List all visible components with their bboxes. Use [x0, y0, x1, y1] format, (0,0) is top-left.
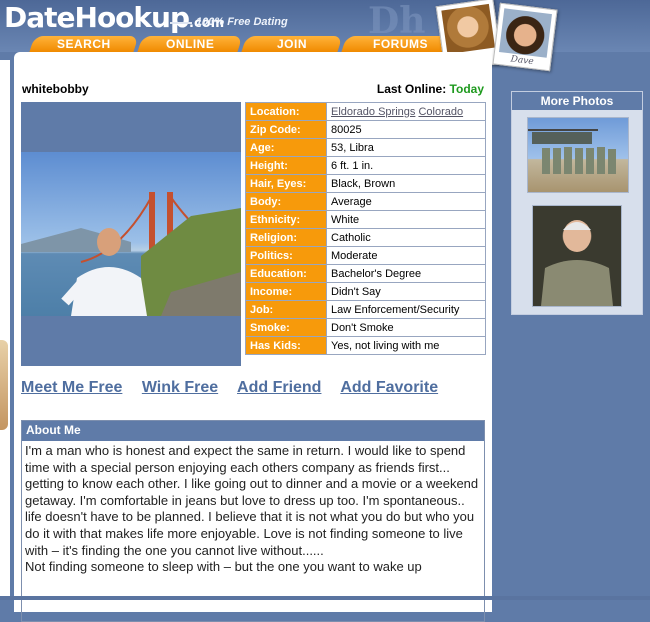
wink-free-link[interactable]: Wink Free: [142, 379, 218, 396]
detail-label: Location:: [245, 102, 327, 121]
detail-label: Religion:: [245, 228, 327, 247]
detail-value: Black, Brown: [326, 174, 486, 193]
site-header: DateHookup.com 100% Free Dating Dh SEARC…: [0, 0, 650, 72]
detail-label: Ethnicity:: [245, 210, 327, 229]
detail-value: Don't Smoke: [326, 318, 486, 337]
detail-row: Ethnicity: White: [245, 210, 486, 229]
nav-tab-online[interactable]: ONLINE: [137, 36, 243, 52]
detail-row: Income: Didn't Say: [245, 282, 486, 301]
more-photos-title: More Photos: [512, 92, 642, 110]
meet-me-free-link[interactable]: Meet Me Free: [21, 379, 122, 396]
add-friend-link[interactable]: Add Friend: [237, 379, 321, 396]
add-favorite-link[interactable]: Add Favorite: [340, 379, 438, 396]
detail-value: 53, Libra: [326, 138, 486, 157]
detail-label: Politics:: [245, 246, 327, 265]
detail-row: Religion: Catholic: [245, 228, 486, 247]
detail-label: Job:: [245, 300, 327, 319]
partial-image: [0, 340, 8, 430]
last-online: Last Online: Today: [377, 82, 484, 96]
detail-row: Zip Code: 80025: [245, 120, 486, 139]
nav-tab-search[interactable]: SEARCH: [29, 36, 139, 52]
uniform-portrait-photo: [541, 220, 613, 306]
page-bottom-edge: [0, 596, 650, 600]
profile-username: whitebobby: [22, 82, 89, 96]
detail-row: Politics: Moderate: [245, 246, 486, 265]
detail-value: Average: [326, 192, 486, 211]
detail-value: 6 ft. 1 in.: [326, 156, 486, 175]
detail-row: Smoke: Don't Smoke: [245, 318, 486, 337]
left-side-panel: [0, 60, 10, 600]
about-paragraph: I'm a man who is honest and expect the s…: [25, 443, 479, 558]
mascot-face-image: [498, 8, 552, 58]
last-online-value: Today: [449, 82, 484, 96]
detail-row: Height: 6 ft. 1 in.: [245, 156, 486, 175]
detail-value: Bachelor's Degree: [326, 264, 486, 283]
mascot-photo-dave: Dave: [492, 2, 558, 72]
detail-row: Has Kids: Yes, not living with me: [245, 336, 486, 355]
detail-value: Didn't Say: [326, 282, 486, 301]
about-me-title: About Me: [22, 421, 484, 441]
detail-label: Has Kids:: [245, 336, 327, 355]
detail-row: Body: Average: [245, 192, 486, 211]
detail-label: Smoke:: [245, 318, 327, 337]
site-logo[interactable]: DateHookup.com: [4, 2, 224, 40]
profile-actions: Meet Me Free Wink Free Add Friend Add Fa…: [21, 379, 453, 397]
golden-gate-photo: [21, 192, 241, 316]
detail-value: Catholic: [326, 228, 486, 247]
detail-value: Moderate: [326, 246, 486, 265]
photo-thumbnail[interactable]: [527, 117, 629, 193]
more-photos-panel: More Photos: [511, 91, 643, 315]
detail-label: Body:: [245, 192, 327, 211]
detail-label: Hair, Eyes:: [245, 174, 327, 193]
about-me-text: I'm a man who is honest and expect the s…: [22, 441, 484, 578]
about-paragraph: Not finding someone to sleep with – but …: [25, 559, 422, 575]
profile-panel: whitebobby Last Online: Today Location:: [14, 52, 492, 622]
profile-photo-frame: [21, 102, 241, 366]
detail-label: Age:: [245, 138, 327, 157]
detail-label: Income:: [245, 282, 327, 301]
detail-label: Education:: [245, 264, 327, 283]
profile-details-table: Location: Eldorado Springs Colorado Zip …: [245, 102, 486, 355]
detail-value: 80025: [326, 120, 486, 139]
detail-value: Yes, not living with me: [326, 336, 486, 355]
detail-value: Eldorado Springs Colorado: [326, 102, 486, 121]
detail-label: Height:: [245, 156, 327, 175]
location-city-link[interactable]: Eldorado Springs: [331, 106, 415, 118]
detail-row: Location: Eldorado Springs Colorado: [245, 102, 486, 121]
detail-row: Education: Bachelor's Degree: [245, 264, 486, 283]
about-me-section: About Me I'm a man who is honest and exp…: [21, 420, 485, 622]
group-photo: [528, 129, 616, 174]
profile-main-photo[interactable]: [21, 152, 241, 316]
nav-tab-join[interactable]: JOIN: [241, 36, 343, 52]
detail-value: White: [326, 210, 486, 229]
location-state-link[interactable]: Colorado: [418, 106, 463, 118]
last-online-label: Last Online:: [376, 82, 447, 96]
site-tagline: 100% Free Dating: [196, 16, 288, 28]
detail-row: Hair, Eyes: Black, Brown: [245, 174, 486, 193]
detail-row: Job: Law Enforcement/Security: [245, 300, 486, 319]
tagline-divider: [170, 22, 192, 24]
photo-thumbnail[interactable]: [532, 205, 622, 307]
detail-row: Age: 53, Libra: [245, 138, 486, 157]
mascot-face-image: [441, 3, 495, 55]
detail-label: Zip Code:: [245, 120, 327, 139]
detail-value: Law Enforcement/Security: [326, 300, 486, 319]
